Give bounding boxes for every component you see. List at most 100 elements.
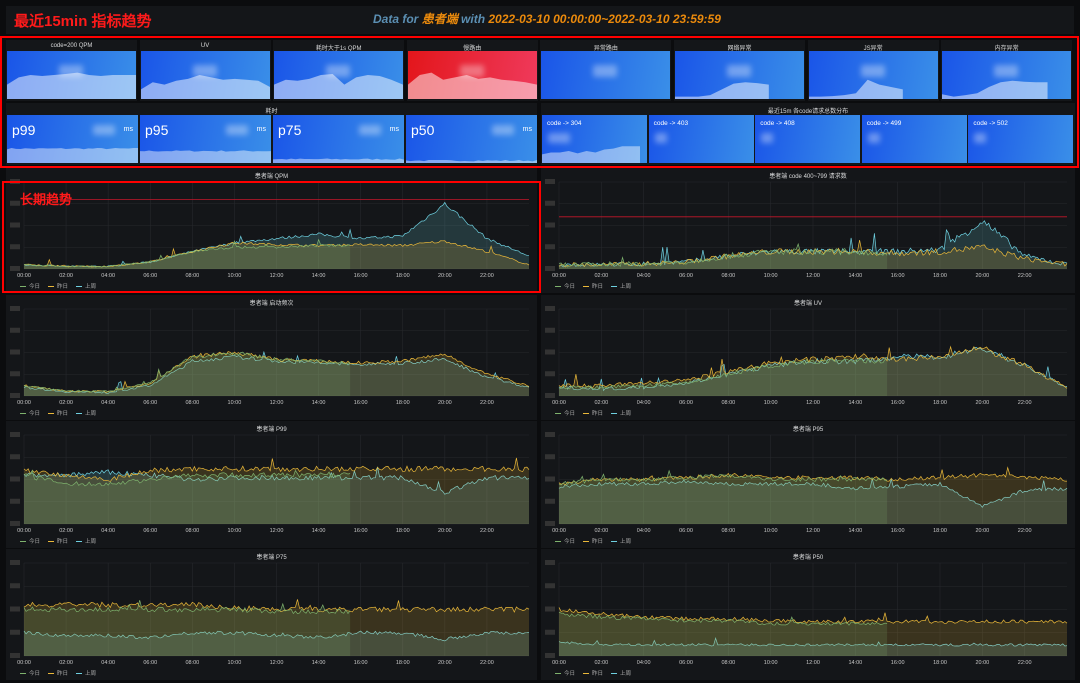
y-tick-blurred [10, 629, 20, 635]
legend-item[interactable]: 昨日 [583, 409, 603, 417]
legend-item[interactable]: 上周 [611, 669, 631, 677]
chart-legend: 今日 昨日 上周 [555, 282, 631, 290]
x-tick-label: 18:00 [933, 400, 947, 406]
x-tick-label: 20:00 [975, 528, 989, 534]
stat-panel[interactable]: JS异常 [807, 40, 939, 101]
sparkline [7, 72, 136, 99]
code-label: code -> 408 [760, 120, 795, 127]
x-tick-label: 04:00 [637, 273, 651, 279]
chart-plot: 00:00 02:00 04:00 06:00 08:00 10:00 12:00 14:00… [545, 432, 1068, 534]
x-tick-label: 02:00 [59, 528, 73, 534]
chart-panel[interactable]: 患者端 code 400~799 请求数 00:00 02:00 04:00 06:00… [541, 168, 1075, 293]
legend-item[interactable]: 今日 [20, 669, 40, 677]
x-tick-label: 06:00 [679, 660, 693, 666]
stat-value-box [140, 51, 270, 99]
x-tick-label: 02:00 [594, 273, 608, 279]
legend-swatch [611, 413, 618, 415]
x-tick-label: 04:00 [101, 400, 115, 406]
chart-panel[interactable]: 患者端 P75 00:00 02:00 04:00 06:00 08:00 10:00 12:… [6, 549, 537, 680]
chart-panel[interactable]: 患者端 启动频次 00:00 02:00 04:00 06:00 08:00 10:00 12… [6, 295, 537, 420]
chart-legend: 今日 昨日 上周 [555, 409, 631, 417]
x-tick-label: 02:00 [594, 400, 608, 406]
legend-item[interactable]: 昨日 [48, 537, 68, 545]
sparkline-area [808, 79, 903, 99]
chart-plot: 00:00 02:00 04:00 06:00 08:00 10:00 12:00 14:00… [10, 306, 530, 406]
legend-swatch [20, 413, 26, 415]
header-app: 患者端 [421, 12, 458, 26]
stat-panel[interactable]: UV [139, 40, 271, 101]
x-tick-label: 00:00 [17, 400, 31, 406]
x-tick-label: 18:00 [396, 660, 410, 666]
legend-item[interactable]: 昨日 [583, 537, 603, 545]
legend-item[interactable]: 上周 [76, 537, 96, 545]
legend-item[interactable]: 上周 [76, 669, 96, 677]
legend-swatch [583, 541, 590, 543]
x-tick-label: 04:00 [637, 400, 651, 406]
legend-item[interactable]: 今日 [555, 537, 575, 545]
stat-panel[interactable]: code=200 QPM [6, 40, 137, 101]
sparkline [407, 72, 537, 99]
legend-item[interactable]: 上周 [611, 282, 631, 290]
x-tick-label: 14:00 [848, 273, 862, 279]
code-count-box[interactable]: code -> 502 [968, 115, 1074, 163]
x-tick-label: 08:00 [721, 660, 735, 666]
stat-panel[interactable]: 耗时大于1s QPM [273, 40, 405, 101]
y-tick-blurred [545, 521, 555, 526]
x-tick-label: 02:00 [59, 660, 73, 666]
code-count-box[interactable]: code -> 499 [861, 115, 967, 163]
legend-swatch [76, 413, 83, 415]
chart-panel[interactable]: 患者端 P50 00:00 02:00 04:00 06:00 08:00 10:00 12:… [541, 549, 1075, 680]
latency-p95-box[interactable]: p95 ms [140, 115, 271, 163]
x-tick-label: 14:00 [312, 400, 326, 406]
chart-panel[interactable]: 患者端 P99 00:00 02:00 04:00 06:00 08:00 10:00 12:… [6, 421, 537, 548]
legend-item[interactable]: 上周 [611, 409, 631, 417]
legend-item[interactable]: 今日 [20, 537, 40, 545]
legend-swatch [583, 286, 590, 288]
sparkline [7, 147, 138, 163]
legend-item[interactable]: 上周 [76, 409, 96, 417]
y-tick-blurred [545, 560, 555, 565]
latency-p99-box[interactable]: p99 ms [7, 115, 138, 163]
sparkline-area [7, 147, 138, 163]
y-tick-blurred [10, 583, 20, 589]
sparkline-area [542, 146, 640, 163]
latency-p50-box[interactable]: p50 ms [406, 115, 537, 163]
chart-panel[interactable]: 患者端 UV 00:00 02:00 04:00 06:00 08:00 10:00 12:0… [541, 295, 1075, 420]
x-tick-label: 18:00 [396, 528, 410, 534]
x-tick-label: 16:00 [891, 660, 905, 666]
legend-item[interactable]: 昨日 [583, 669, 603, 677]
y-tick-blurred [10, 454, 20, 460]
stat-panel[interactable]: 慢路由 [406, 40, 538, 101]
latency-p75-box[interactable]: p75 ms [273, 115, 404, 163]
stat-panel[interactable]: 网络异常 [674, 40, 805, 101]
code-value-blurred [654, 133, 667, 143]
sparkline-area [942, 80, 1048, 99]
sparkline-area [407, 72, 537, 99]
x-tick-label: 04:00 [637, 660, 651, 666]
code-label: code -> 502 [973, 120, 1008, 127]
code-count-box[interactable]: code -> 403 [648, 115, 754, 163]
chart-panel[interactable]: 患者端 P95 00:00 02:00 04:00 06:00 08:00 10:00 12:… [541, 421, 1075, 548]
code-label: code -> 499 [866, 120, 902, 127]
sparkline-area [140, 75, 270, 99]
code-count-box[interactable]: code -> 304 [542, 115, 647, 163]
legend-swatch [555, 673, 561, 675]
legend-swatch [611, 673, 618, 675]
code-count-box[interactable]: code -> 408 [755, 115, 861, 163]
legend-item[interactable]: 昨日 [48, 409, 68, 417]
legend-item[interactable]: 今日 [555, 409, 575, 417]
y-tick-blurred [545, 629, 555, 635]
legend-item[interactable]: 今日 [20, 409, 40, 417]
x-tick-label: 00:00 [17, 660, 31, 666]
legend-item[interactable]: 昨日 [48, 669, 68, 677]
legend-item[interactable]: 昨日 [583, 282, 603, 290]
x-tick-label: 16:00 [354, 660, 368, 666]
x-tick-label: 16:00 [354, 400, 368, 406]
stat-panel[interactable]: 内存异常 [941, 40, 1073, 101]
legend-item[interactable]: 上周 [611, 537, 631, 545]
x-tick-label: 22:00 [1018, 400, 1032, 406]
legend-item[interactable]: 今日 [555, 669, 575, 677]
chart-plot: 00:00 02:00 04:00 06:00 08:00 10:00 12:00 14:00… [545, 179, 1068, 279]
legend-item[interactable]: 今日 [555, 282, 575, 290]
stat-panel[interactable]: 异常路由 [540, 40, 672, 101]
